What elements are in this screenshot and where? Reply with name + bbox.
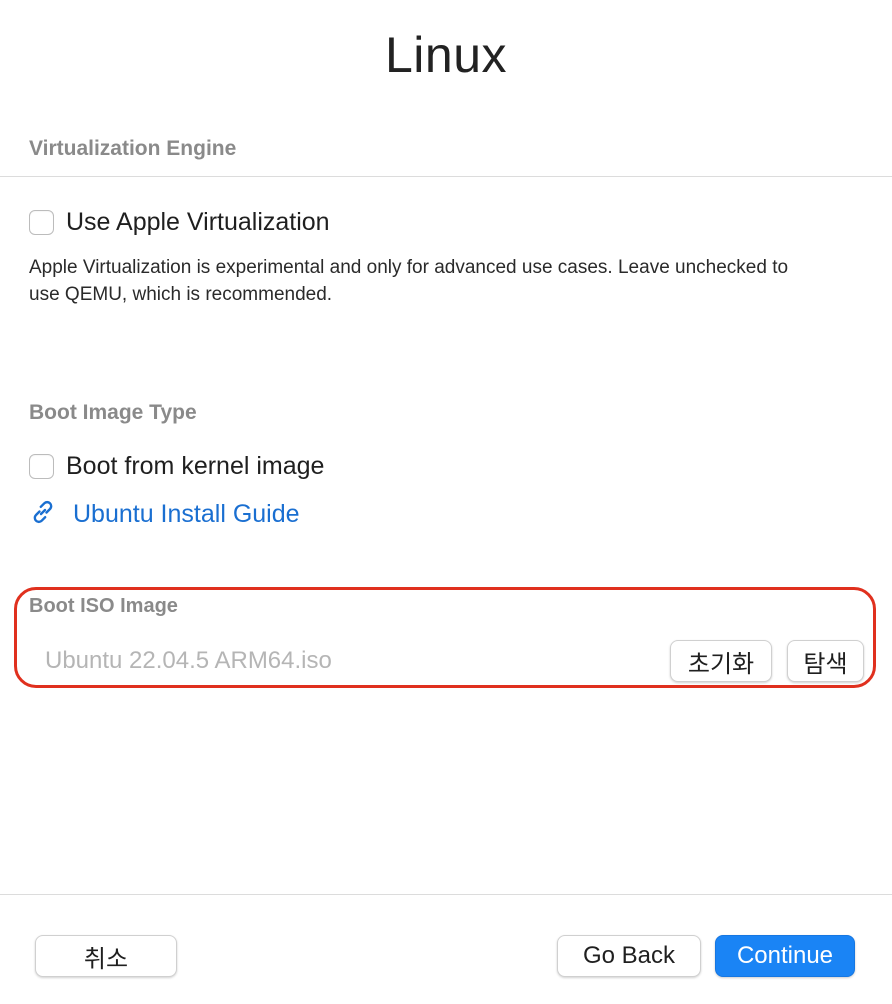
boot-from-kernel-checkbox[interactable] (29, 454, 54, 479)
virtualization-engine-header: Virtualization Engine (29, 137, 237, 160)
browse-iso-button[interactable]: 탐색 (787, 640, 864, 682)
ubuntu-install-guide-label: Ubuntu Install Guide (73, 500, 300, 528)
use-apple-virtualization-label: Use Apple Virtualization (66, 208, 330, 236)
clear-iso-button[interactable]: 초기화 (670, 640, 772, 682)
link-icon (29, 498, 57, 531)
virtualization-description: Apple Virtualization is experimental and… (29, 257, 789, 305)
boot-iso-path-field[interactable]: Ubuntu 22.04.5 ARM64.iso (45, 647, 332, 675)
footer-divider (0, 894, 892, 895)
ubuntu-install-guide-link[interactable]: Ubuntu Install Guide (29, 498, 300, 531)
cancel-button[interactable]: 취소 (35, 935, 177, 977)
boot-iso-image-header: Boot ISO Image (29, 595, 178, 617)
boot-image-type-header: Boot Image Type (29, 401, 197, 424)
continue-button[interactable]: Continue (715, 935, 855, 977)
go-back-button[interactable]: Go Back (557, 935, 701, 977)
page-title: Linux (384, 27, 508, 83)
use-apple-virtualization-checkbox[interactable] (29, 210, 54, 235)
use-apple-virtualization-checkbox-row[interactable]: Use Apple Virtualization (29, 208, 330, 237)
boot-from-kernel-label: Boot from kernel image (66, 452, 325, 480)
linux-setup-page: Linux Virtualization Engine Use Apple Vi… (0, 0, 892, 1004)
section-divider (0, 176, 892, 177)
boot-from-kernel-checkbox-row[interactable]: Boot from kernel image (29, 452, 324, 481)
